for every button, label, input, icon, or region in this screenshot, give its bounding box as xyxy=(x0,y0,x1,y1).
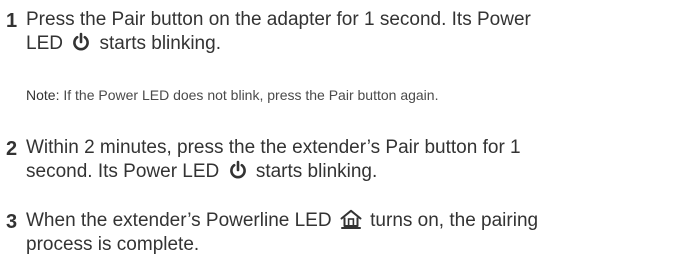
step-line: LED starts blinking. xyxy=(26,32,672,56)
step-text-segment: starts blinking. xyxy=(99,33,221,54)
step-number: 1 xyxy=(6,10,18,32)
step-text: Press the Pair button on the adapter for… xyxy=(26,8,672,56)
note-text: If the Power LED does not blink, press t… xyxy=(63,87,439,103)
step-number: 3 xyxy=(6,211,18,233)
note: Note: If the Power LED does not blink, p… xyxy=(26,86,672,104)
step-text-segment: second. Its Power LED xyxy=(26,161,220,182)
step-text-segment: turns on, the pairing xyxy=(370,210,539,231)
step-line: second. Its Power LED starts blinking. xyxy=(26,160,672,184)
step-text-segment: When the extender’s Powerline LED xyxy=(26,210,332,231)
step-number: 2 xyxy=(6,138,18,160)
step-text: Within 2 minutes, press the the extender… xyxy=(26,136,672,184)
power-icon xyxy=(228,160,248,180)
powerline-house-icon xyxy=(340,209,362,229)
step-text: When the extender’s Powerline LED turns … xyxy=(26,209,672,257)
step-line: process is complete. xyxy=(26,234,200,255)
note-label: Note: xyxy=(26,87,60,103)
step-text-segment: LED xyxy=(26,33,63,54)
step-line: Press the Pair button on the adapter for… xyxy=(26,9,531,30)
step-text-segment: starts blinking. xyxy=(255,161,378,182)
step-line: Within 2 minutes, press the the extender… xyxy=(26,137,521,158)
step-line: When the extender’s Powerline LED turns … xyxy=(26,209,672,233)
power-icon xyxy=(71,32,91,52)
